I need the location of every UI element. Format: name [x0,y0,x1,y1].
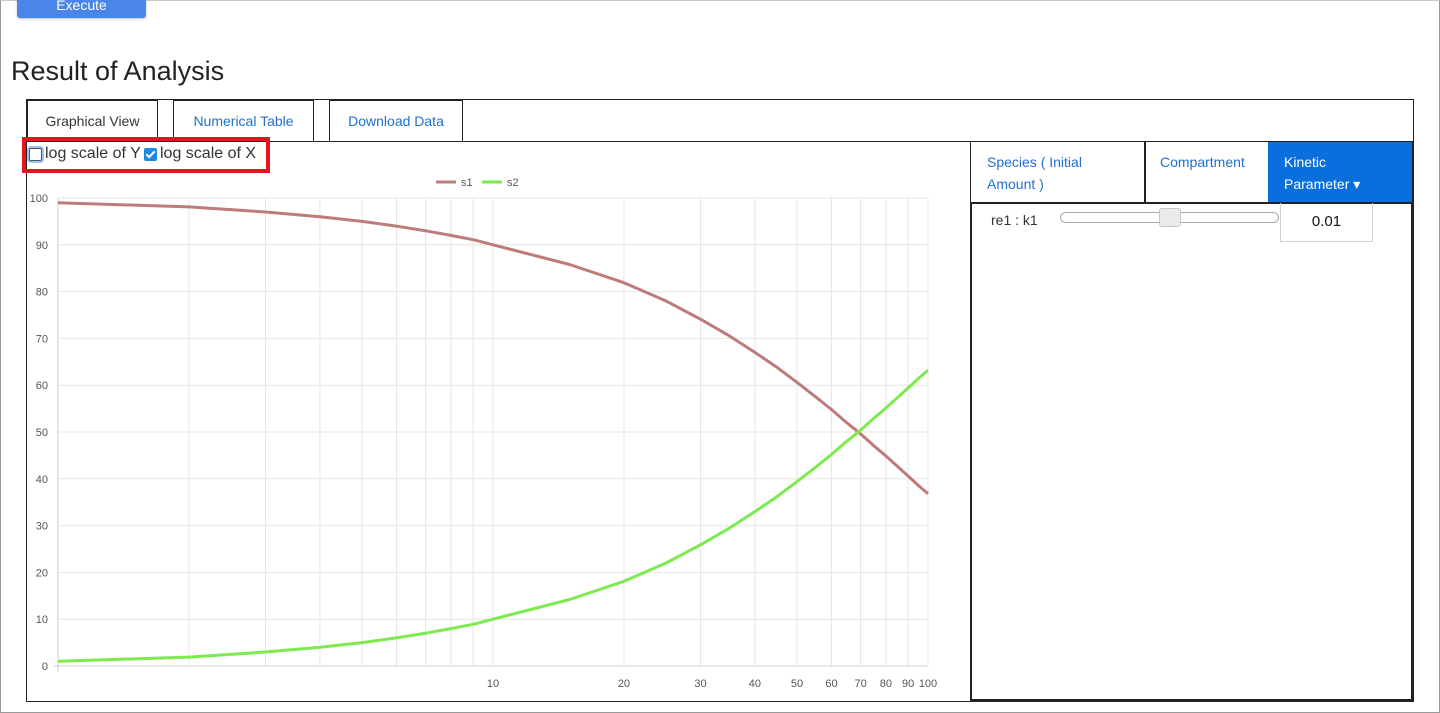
y-tick-label: 60 [36,380,48,392]
x-tick-label: 20 [618,678,630,690]
y-tick-label: 0 [42,661,48,673]
y-tick-label: 50 [36,427,48,439]
param-label: re1 : k1 [991,212,1038,228]
tab-graphical-view[interactable]: Graphical View [27,100,158,142]
x-tick-label: 100 [919,678,937,690]
x-tick-label: 40 [749,678,761,690]
side-tab-compartment[interactable]: Compartment [1146,142,1268,203]
y-tick-label: 30 [36,521,48,533]
page-title: Result of Analysis [11,56,225,86]
side-tab-species-line2: Amount ) [987,176,1044,192]
log-y-checkbox[interactable] [29,147,42,161]
y-tick-label: 40 [36,474,48,486]
x-tick-label: 10 [487,678,499,690]
y-tick-label: 70 [36,333,48,345]
legend-label-s1: s1 [461,177,473,189]
x-tick-label: 60 [825,678,837,690]
side-tab-kinetic-parameter[interactable]: Kinetic Parameter ▾ [1268,142,1412,203]
side-tab-kinetic-line1: Kinetic [1284,154,1327,170]
y-tick-label: 100 [30,193,48,205]
x-tick-label: 70 [854,678,866,690]
line-chart: 0 10 20 30 40 50 60 70 80 90 100 10 20 30 40 50 60 70 80 90… [30,177,938,690]
legend-label-s2: s2 [507,177,519,189]
y-tick-label: 20 [36,567,48,579]
log-x-checkbox[interactable] [144,147,157,161]
param-slider-thumb[interactable] [1159,208,1181,227]
tab-numerical-table[interactable]: Numerical Table [173,100,314,141]
x-tick-label: 30 [694,678,706,690]
side-tab-kinetic-line2: Parameter ▾ [1284,176,1361,192]
log-x-option[interactable]: log scale of X [144,145,256,163]
x-tick-label: 50 [791,678,803,690]
log-y-label: log scale of Y [45,145,141,162]
y-tick-label: 90 [36,240,48,252]
log-x-label: log scale of X [160,145,257,162]
side-tab-species[interactable]: Species ( Initial Amount ) [971,142,1144,203]
tab-download-data[interactable]: Download Data [329,100,463,141]
y-tick-label: 80 [36,287,48,299]
param-value-field[interactable]: 0.01 [1280,203,1373,242]
log-y-option[interactable]: log scale of Y [29,145,141,163]
side-tab-compartment-label: Compartment [1160,154,1245,170]
execute-button[interactable]: Execute [17,0,146,18]
y-tick-label: 10 [36,614,48,626]
x-tick-label: 80 [880,678,892,690]
side-tab-species-line1: Species ( Initial [987,154,1082,170]
x-tick-label: 90 [902,678,914,690]
